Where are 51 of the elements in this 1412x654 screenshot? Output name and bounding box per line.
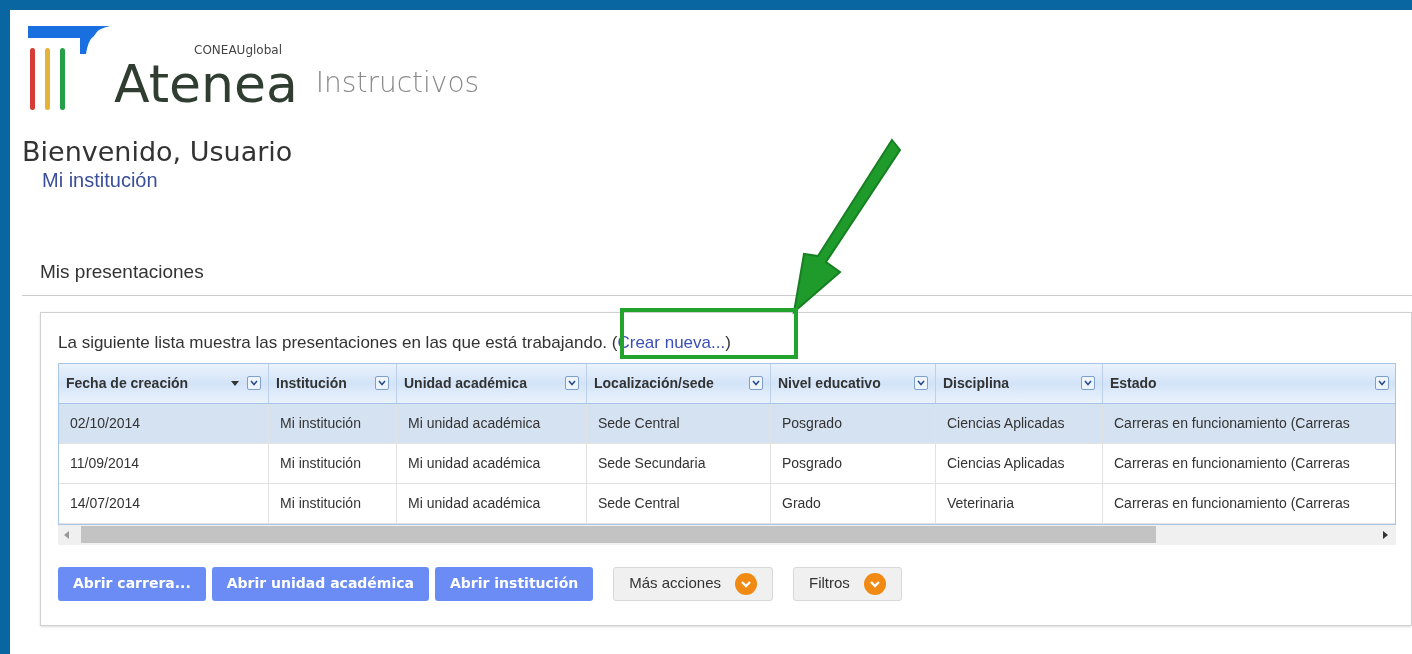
column-header[interactable]: Localización/sede [587, 363, 771, 403]
table-cell: 11/09/2014 [59, 443, 269, 483]
table-cell: Mi institución [269, 443, 397, 483]
dropdown-icon[interactable] [749, 376, 763, 390]
dropdown-icon[interactable] [247, 376, 261, 390]
column-header[interactable]: Fecha de creación [59, 363, 269, 403]
dropdown-icon[interactable] [1375, 376, 1389, 390]
institution-link[interactable]: Mi institución [42, 168, 158, 192]
table-cell: Carreras en funcionamiento (Carreras [1103, 443, 1395, 483]
brand-name: Atenea [114, 56, 298, 112]
table-cell: 14/07/2014 [59, 483, 269, 523]
table-cell: 02/10/2014 [59, 403, 269, 443]
menu-button[interactable]: Más acciones [613, 566, 773, 601]
table-cell: Mi unidad académica [397, 483, 587, 523]
dropdown-icon[interactable] [914, 376, 928, 390]
table-row[interactable]: 14/07/2014 Mi institución Mi unidad académica Sede Central Grado Veterinaria Carreras en funcionamiento (Carreras [59, 483, 1395, 524]
column-header[interactable]: Nivel educativo [771, 363, 936, 403]
table-cell: Sede Central [587, 483, 771, 523]
table-row[interactable]: 11/09/2014 Mi institución Mi unidad académica Sede Secundaria Posgrado Ciencias Aplicadas Carreras en funcionamiento (Carreras [59, 443, 1395, 484]
scrollbar-thumb[interactable] [81, 526, 1156, 543]
scrollbar[interactable] [58, 524, 1396, 545]
table-cell: Mi unidad académica [397, 443, 587, 483]
scroll-right-icon[interactable] [1383, 530, 1388, 539]
table-cell: Ciencias Aplicadas [936, 443, 1103, 483]
column-header[interactable]: Institución [269, 363, 397, 403]
section-title: Mis presentaciones [40, 261, 204, 282]
column-header[interactable]: Disciplina [936, 363, 1103, 403]
brand-tagline: CONEAUglobal [194, 44, 283, 56]
table-cell: Grado [771, 483, 936, 523]
table-cell: Sede Central [587, 403, 771, 443]
dropdown-icon[interactable] [375, 376, 389, 390]
dropdown-icon[interactable] [565, 376, 579, 390]
chevron-down-icon [863, 572, 886, 595]
menu-button[interactable]: Filtros [793, 566, 902, 601]
table-cell: Sede Secundaria [587, 443, 771, 483]
dropdown-icon[interactable] [1081, 376, 1095, 390]
table-cell: Mi institución [269, 403, 397, 443]
table-cell: Carreras en funcionamiento (Carreras [1103, 483, 1395, 523]
table-cell: Mi unidad académica [397, 403, 587, 443]
table-cell: Posgrado [771, 443, 936, 483]
table-cell: Carreras en funcionamiento (Carreras [1103, 403, 1395, 443]
table-cell: Posgrado [771, 403, 936, 443]
table-cell: Veterinaria [936, 483, 1103, 523]
chevron-down-icon [735, 572, 757, 595]
subtitle: Instructivos [315, 65, 480, 101]
column-header[interactable]: Unidad académica [397, 363, 587, 403]
table-row[interactable]: 02/10/2014 Mi institución Mi unidad académica Sede Central Posgrado Ciencias Aplicadas Carreras en funcionamiento (Carreras [59, 403, 1395, 444]
table-cell: Ciencias Aplicadas [936, 403, 1103, 443]
table-cell: Mi institución [269, 483, 397, 523]
column-header[interactable]: Estado [1103, 363, 1395, 403]
welcome-heading: Bienvenido, Usuario [22, 136, 293, 168]
